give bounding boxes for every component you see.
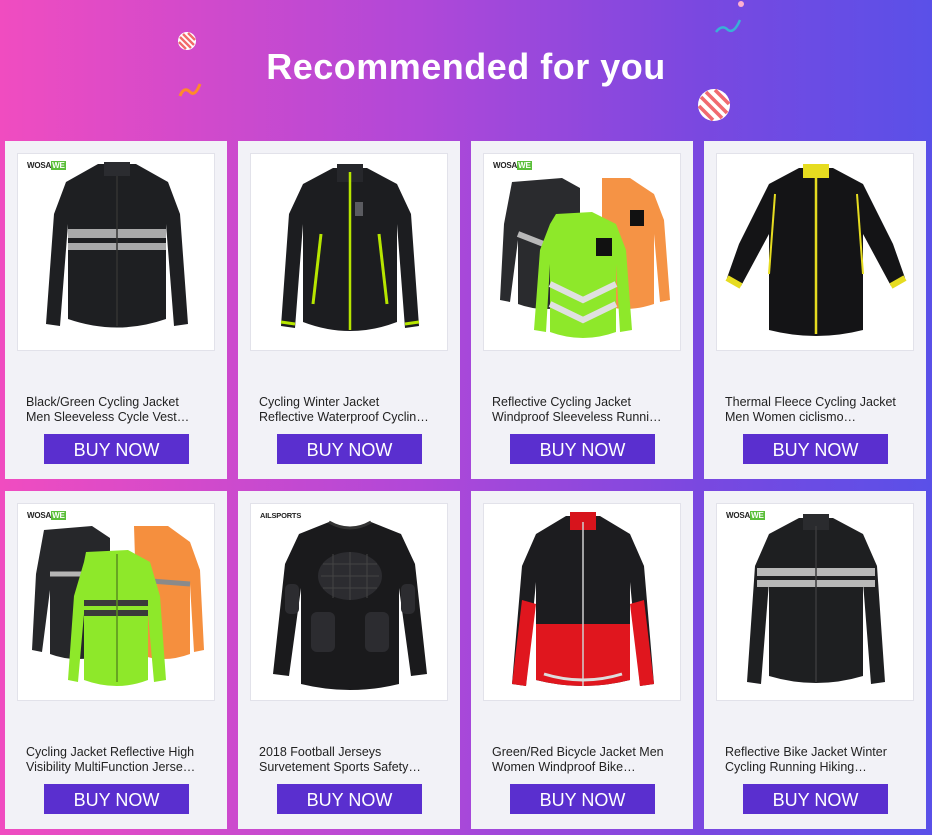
product-card[interactable]: AILSPORTS 2018 Football Jerseys Survetem… bbox=[238, 491, 460, 829]
brand-logo: WOSAWE bbox=[27, 511, 66, 520]
brand-logo: WOSAWE bbox=[726, 511, 765, 520]
winter-cycling-jacket-image bbox=[280, 164, 420, 331]
buy-now-button[interactable]: BUY NOW bbox=[277, 434, 422, 464]
product-card[interactable]: Green/Red Bicycle Jacket Men Women Windp… bbox=[471, 491, 693, 829]
high-visibility-jackets-image bbox=[32, 526, 204, 686]
product-image[interactable] bbox=[716, 153, 914, 351]
product-image[interactable]: WOSAWE bbox=[716, 503, 914, 701]
product-card[interactable]: Cycling Winter Jacket Reflective Waterpr… bbox=[238, 141, 460, 479]
brand-logo: AILSPORTS bbox=[260, 511, 302, 520]
product-name[interactable]: Reflective Cycling Jacket Windproof Slee… bbox=[492, 395, 678, 425]
buy-now-button[interactable]: BUY NOW bbox=[44, 434, 189, 464]
thermal-fleece-jacket-image bbox=[725, 164, 907, 336]
product-image[interactable] bbox=[483, 503, 681, 701]
buy-now-button[interactable]: BUY NOW bbox=[277, 784, 422, 814]
buy-now-button[interactable]: BUY NOW bbox=[510, 784, 655, 814]
product-name[interactable]: Thermal Fleece Cycling Jacket Men Women … bbox=[725, 395, 911, 425]
reflective-bike-jacket-image bbox=[747, 514, 885, 684]
brand-logo: WOSAWE bbox=[493, 161, 532, 170]
product-image[interactable]: WOSAWE bbox=[17, 153, 215, 351]
product-name[interactable]: 2018 Football Jerseys Survetement Sports… bbox=[259, 745, 445, 775]
product-card[interactable]: Thermal Fleece Cycling Jacket Men Women … bbox=[704, 141, 926, 479]
product-name[interactable]: Cycling Jacket Reflective High Visibilit… bbox=[26, 745, 212, 775]
product-name[interactable]: Cycling Winter Jacket Reflective Waterpr… bbox=[259, 395, 445, 425]
product-image[interactable] bbox=[250, 153, 448, 351]
product-name[interactable]: Reflective Bike Jacket Winter Cycling Ru… bbox=[725, 745, 911, 775]
padded-football-jersey-image bbox=[273, 520, 427, 690]
product-grid: WOSAWE Black/Green Cycling Jacket Men Sl… bbox=[0, 0, 932, 835]
black-cycling-jacket-image bbox=[46, 162, 188, 328]
buy-now-button[interactable]: BUY NOW bbox=[510, 434, 655, 464]
reflective-jackets-image bbox=[500, 178, 670, 338]
product-card[interactable]: WOSAWE Reflective Cycling Jacket Windpro… bbox=[471, 141, 693, 479]
product-name[interactable]: Green/Red Bicycle Jacket Men Women Windp… bbox=[492, 745, 678, 775]
buy-now-button[interactable]: BUY NOW bbox=[743, 434, 888, 464]
product-image[interactable]: AILSPORTS bbox=[250, 503, 448, 701]
buy-now-button[interactable]: BUY NOW bbox=[44, 784, 189, 814]
product-image[interactable]: WOSAWE bbox=[17, 503, 215, 701]
brand-logo: WOSAWE bbox=[27, 161, 66, 170]
product-card[interactable]: WOSAWE Black/Green Cycling Jacket Men Sl… bbox=[5, 141, 227, 479]
product-card[interactable]: WOSAWE Cycling Jacket Reflective High Vi… bbox=[5, 491, 227, 829]
product-name[interactable]: Black/Green Cycling Jacket Men Sleeveles… bbox=[26, 395, 212, 425]
red-bicycle-jacket-image bbox=[512, 512, 654, 686]
buy-now-button[interactable]: BUY NOW bbox=[743, 784, 888, 814]
product-card[interactable]: WOSAWE Reflective Bike Jacket Winter Cyc… bbox=[704, 491, 926, 829]
product-image[interactable]: WOSAWE bbox=[483, 153, 681, 351]
